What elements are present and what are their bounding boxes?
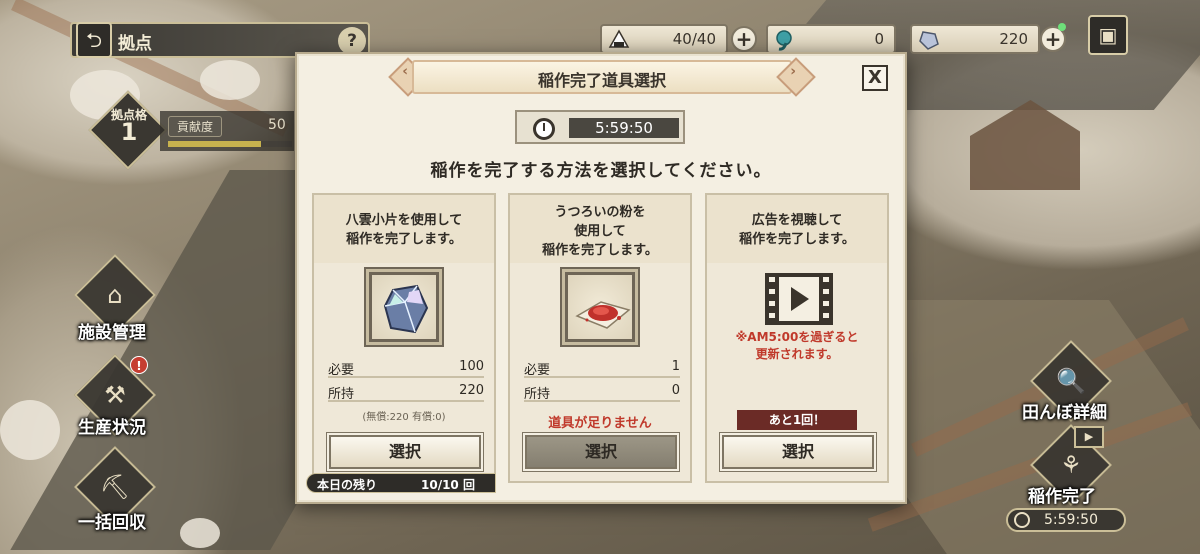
owned-row: 所持 220 <box>328 383 484 402</box>
back-icon[interactable]: ⮌ <box>76 22 112 58</box>
dialog-subtitle: 稲作を完了する方法を選択してください。 <box>430 161 772 181</box>
video-badge-icon: ▶ <box>1074 426 1104 448</box>
field-detail-icon: 🔍 <box>1056 367 1086 395</box>
select-button[interactable]: 選択 <box>329 435 481 469</box>
select-button[interactable]: 選択 <box>722 435 874 469</box>
red-powder-icon <box>575 301 631 329</box>
daily-remaining: 本日の残り 10/10 回 <box>306 473 496 493</box>
production-label: 生産状況 <box>78 418 146 438</box>
production-icon: ⚒ <box>104 381 126 409</box>
item-frame <box>562 269 638 345</box>
owned-value: 220 <box>459 383 484 398</box>
required-value: 100 <box>459 359 484 374</box>
contribution-label: 貢献度 <box>168 116 223 137</box>
facility-label: 施設管理 <box>78 323 146 343</box>
crystal-shard-icon <box>383 284 429 334</box>
resource-crystal: 220 <box>910 24 1040 54</box>
option-description: 広告を視聴して 稲作を完了します。 <box>739 213 855 247</box>
magatama-icon <box>776 30 792 51</box>
help-button[interactable]: ? <box>338 27 366 55</box>
close-button[interactable]: X <box>862 65 888 91</box>
menu-icon[interactable]: ▣ <box>1088 15 1128 55</box>
ad-remaining-badge: あと1回！ <box>737 410 857 430</box>
contribution-bar <box>168 141 292 147</box>
option-card-crystal: 八雲小片を使用して 稲作を完了します。 必要 100 所持 220 (無償:22… <box>312 193 496 483</box>
alert-badge: ! <box>130 356 148 374</box>
base-level-value: 1 <box>120 118 138 146</box>
option-card-ad: 広告を視聴して 稲作を完了します。 ※AM5:00を過ぎると 更新されます。 選… <box>705 193 889 483</box>
add-rice-button[interactable]: + <box>731 26 757 52</box>
option-card-powder: うつろいの粉を 使用して 稲作を完了します。 必要 1 所持 0 道具が足りませ… <box>508 193 692 483</box>
clock-icon <box>533 118 555 140</box>
rice-timer: 5:59:50 <box>1006 508 1126 532</box>
clock-icon <box>1014 512 1030 528</box>
rice-ball-icon <box>608 29 630 48</box>
owned-row: 所持 0 <box>524 383 680 402</box>
notification-dot <box>1058 23 1066 31</box>
collect-icon: ⛏ <box>99 473 131 501</box>
timer-value: 5:59:50 <box>595 119 653 137</box>
facility-icon: ⌂ <box>107 281 123 309</box>
required-row: 必要 1 <box>524 359 680 378</box>
video-icon <box>765 273 833 325</box>
insufficient-warning: 道具が足りません <box>548 416 652 431</box>
dialog-title: 稲作完了道具選択 <box>537 71 666 90</box>
resource-magatama: 0 <box>766 24 896 54</box>
item-frame <box>366 269 442 345</box>
owned-breakdown: (無償:220 有償:0) <box>362 412 446 423</box>
ad-reset-note: ※AM5:00を過ぎると 更新されます。 <box>735 330 859 361</box>
option-description: 八雲小片を使用して 稲作を完了します。 <box>345 213 463 247</box>
select-button-disabled[interactable]: 選択 <box>525 435 677 469</box>
crystal-icon <box>919 31 939 50</box>
dialog-timer: 5:59:50 <box>515 110 685 144</box>
field-detail-label: 田んぼ詳細 <box>1022 403 1107 423</box>
resource-rice: 40/40 <box>600 24 728 54</box>
required-value: 1 <box>671 359 680 374</box>
rice-complete-icon: ⚘ <box>1060 451 1082 479</box>
page-title: 拠点 <box>118 34 152 54</box>
required-row: 必要 100 <box>328 359 484 378</box>
owned-value: 0 <box>671 383 680 398</box>
contribution-value: 50 <box>268 117 286 133</box>
rice-complete-label: 稲作完了 <box>1028 487 1096 507</box>
option-description: うつろいの粉を 使用して 稲作を完了します。 <box>542 205 658 258</box>
collect-label: 一括回収 <box>78 513 146 533</box>
